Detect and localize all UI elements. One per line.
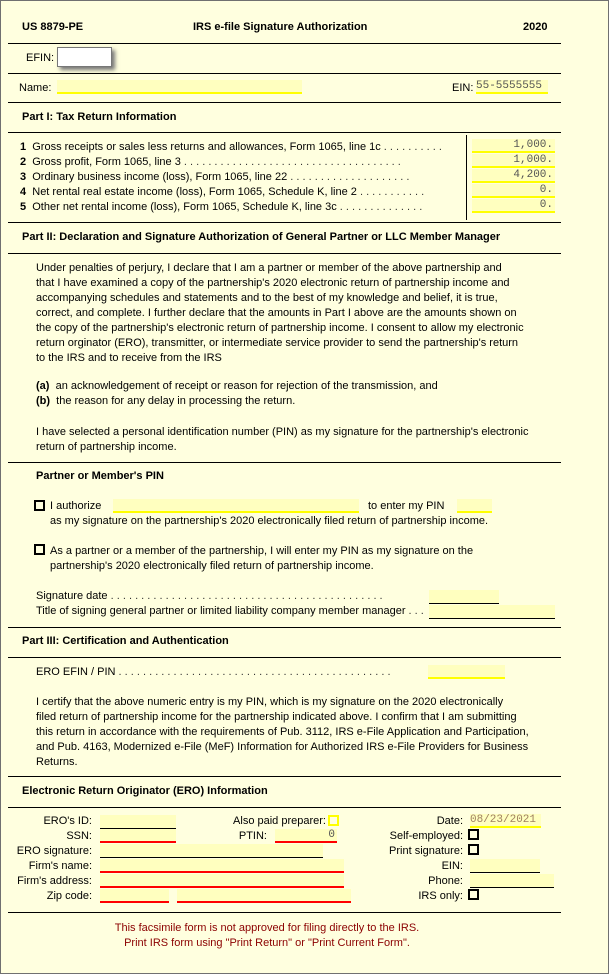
ssn-label: SSN: (66, 830, 92, 842)
self-enter-line1: As a partner or a member of the partners… (50, 545, 474, 557)
firm-name-input[interactable] (100, 859, 344, 873)
also-paid-preparer-label: Also paid preparer: (233, 815, 326, 827)
divider (8, 222, 561, 223)
footer-notice-line1: This facsimile form is not approved for … (114, 922, 420, 934)
name-input[interactable] (57, 80, 302, 94)
part1-line-3: 3 Ordinary business income (loss), Form … (20, 171, 410, 183)
form-id: US 8879-PE (22, 21, 84, 33)
divider (8, 462, 561, 463)
self-employed-checkbox[interactable] (468, 829, 479, 840)
authorize-label: I authorize (50, 500, 102, 512)
phone-input[interactable] (470, 874, 554, 888)
gross-profit-value[interactable]: 1,000. (472, 154, 555, 168)
self-employed-label: Self-employed: (389, 830, 463, 842)
column-divider (466, 135, 467, 220)
ein-label: EIN: (452, 82, 474, 94)
ssn-input[interactable] (100, 829, 176, 843)
part1-line-2: 2 Gross profit, Form 1065, line 3 . . . … (20, 156, 401, 168)
divider (8, 912, 561, 913)
gross-receipts-value[interactable]: 1,000. (472, 139, 555, 153)
part1-line-1: 1 Gross receipts or sales less returns a… (20, 141, 442, 153)
phone-label: Phone: (428, 875, 463, 887)
footer-notice-line2: Print IRS form using "Print Return" or "… (124, 937, 410, 949)
form-title: IRS e-file Signature Authorization (193, 21, 368, 33)
ero-id-label: ERO's ID: (43, 815, 92, 827)
pin-section-heading: Partner or Member's PIN (36, 470, 164, 482)
ein-input[interactable]: 55-5555555 (476, 80, 548, 94)
signer-title-input[interactable] (429, 605, 555, 619)
certification-text: I certify that the above numeric entry i… (36, 696, 529, 768)
divider (8, 132, 561, 133)
zip-code-label: Zip code: (46, 890, 92, 902)
self-enter-line2: partnership's 2020 electronically filed … (50, 560, 374, 572)
ero-id-input[interactable] (100, 815, 176, 829)
print-signature-label: Print signature: (389, 845, 463, 857)
authorize-ero-checkbox[interactable] (34, 500, 45, 511)
item-a: (a) an acknowledgement of receipt or rea… (36, 380, 438, 392)
signature-date-label: Signature date . . . . . . . . . . . . .… (36, 590, 383, 602)
firm-address-label: Firm's address: (17, 875, 92, 887)
partner-pin-input[interactable] (457, 499, 492, 513)
ptin-input[interactable]: 0 (275, 829, 337, 843)
divider (8, 657, 561, 658)
part2-heading: Part II: Declaration and Signature Autho… (22, 231, 501, 243)
efin-label: EFIN: (26, 52, 55, 64)
signer-title-label: Title of signing general partner or limi… (36, 605, 424, 617)
zip-code-input[interactable] (100, 889, 169, 903)
irs-only-label: IRS only: (418, 890, 463, 902)
part3-heading: Part III: Certification and Authenticati… (22, 635, 229, 647)
ero-signature-input[interactable] (100, 844, 323, 858)
signature-date-input[interactable] (429, 590, 499, 604)
zip-extra-input[interactable] (337, 889, 351, 903)
date-label: Date: (436, 815, 463, 827)
authorize-line2: as my signature on the partnership's 202… (50, 515, 489, 527)
name-label: Name: (19, 82, 52, 94)
city-state-input[interactable] (177, 889, 337, 903)
ero-heading: Electronic Return Originator (ERO) Infor… (22, 785, 268, 797)
self-enter-pin-checkbox[interactable] (34, 544, 45, 555)
date-input[interactable]: 08/23/2021 (470, 814, 541, 828)
net-rental-real-estate-value[interactable]: 0. (472, 184, 555, 198)
ptin-label: PTIN: (238, 830, 267, 842)
divider (8, 627, 561, 628)
part1-line-5: 5 Other net rental income (loss), Form 1… (20, 201, 423, 213)
declaration-text: Under penalties of perjury, I declare th… (36, 262, 524, 364)
ero-signature-label: ERO signature: (16, 845, 92, 857)
print-signature-checkbox[interactable] (468, 844, 479, 855)
enter-pin-label: to enter my PIN (368, 500, 445, 512)
part1-line-4: 4 Net rental real estate income (loss), … (20, 186, 425, 198)
pin-statement: I have selected a personal identificatio… (36, 426, 529, 453)
firm-name-label: Firm's name: (28, 860, 92, 872)
ero-efin-pin-input[interactable] (428, 665, 505, 679)
tax-year: 2020 (523, 21, 548, 33)
divider (8, 102, 561, 103)
divider (8, 807, 561, 808)
other-net-rental-value[interactable]: 0. (472, 199, 555, 213)
efin-input[interactable] (57, 47, 112, 67)
authorized-ero-input[interactable] (113, 499, 359, 513)
divider (8, 73, 561, 74)
firm-address-input[interactable] (100, 874, 344, 888)
ordinary-income-value[interactable]: 4,200. (472, 169, 555, 183)
ero-efin-pin-label: ERO EFIN / PIN . . . . . . . . . . . . .… (36, 666, 391, 678)
irs-only-checkbox[interactable] (468, 889, 479, 900)
divider (8, 253, 561, 254)
part1-heading: Part I: Tax Return Information (22, 111, 177, 123)
divider (8, 43, 561, 44)
divider (8, 776, 561, 777)
ero-ein-input[interactable] (470, 859, 540, 873)
also-paid-preparer-checkbox[interactable] (328, 815, 339, 826)
ero-ein-label: EIN: (441, 860, 463, 872)
item-b: (b) the reason for any delay in processi… (36, 395, 296, 407)
